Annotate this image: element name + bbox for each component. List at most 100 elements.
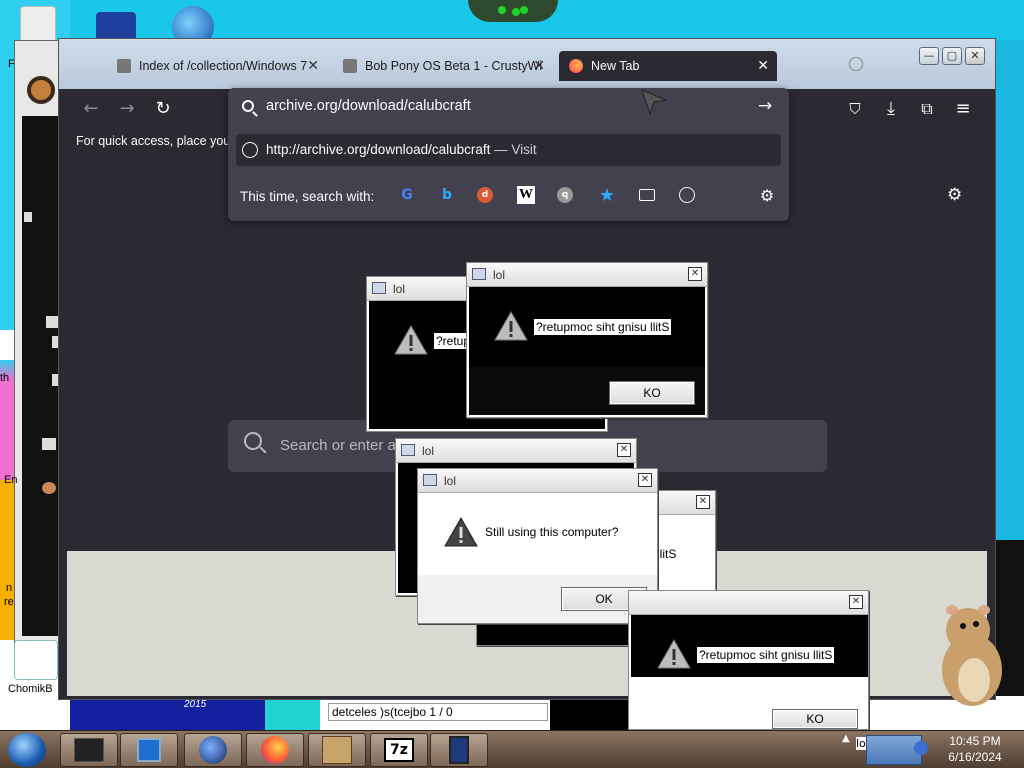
settings-gear-icon[interactable]: ⚙ [947, 185, 962, 205]
start-button-icon[interactable] [8, 733, 46, 767]
history-clock-icon[interactable] [677, 185, 697, 205]
taskbar-globe[interactable] [184, 733, 242, 767]
dialog-titlebar[interactable]: lol ✕ [418, 469, 657, 493]
frog-widget-icon [468, 0, 558, 22]
recycle-bin-icon[interactable] [20, 6, 56, 44]
taskbar-clock[interactable]: 10:45 PM 6/16/2024 [930, 733, 1020, 765]
warning-icon [394, 325, 428, 355]
close-icon[interactable]: ✕ [638, 473, 652, 487]
taskbar-tablet[interactable] [430, 733, 488, 767]
taskbar: 7z ▲ lo [0, 730, 1024, 768]
clock-date: 6/16/2024 [948, 750, 1002, 764]
search-engine-icon[interactable]: q [557, 187, 573, 203]
desktop-label-th: th [0, 372, 10, 384]
extensions-icon[interactable]: ⧉ [915, 97, 939, 121]
terminal-icon [74, 738, 104, 762]
tab-bar: Index of /collection/Windows 7 ✕ Bob Pon… [59, 39, 995, 89]
close-tab-icon[interactable]: ✕ [757, 57, 769, 74]
faded-icon [849, 57, 863, 71]
tray-volume-icon[interactable] [914, 741, 928, 755]
clock-time: 10:45 PM [949, 734, 1001, 748]
desktop-wallpaper-strip-cyan [265, 700, 320, 732]
chomikbox-label[interactable]: ChomikB [8, 683, 53, 695]
warning-icon [657, 639, 691, 669]
close-tab-icon[interactable]: ✕ [533, 57, 545, 74]
url-input-value[interactable]: archive.org/download/calubcraft [266, 98, 471, 114]
close-window-button[interactable]: ✕ [965, 47, 985, 65]
tab-bob-pony-os[interactable]: Bob Pony OS Beta 1 - CrustyWi ✕ [333, 51, 553, 81]
menu-hamburger-icon[interactable]: ≡ [951, 97, 975, 121]
taskbar-media-player[interactable] [120, 733, 178, 767]
ko-button[interactable]: KO [609, 381, 695, 405]
url-input[interactable]: archive.org/download/calubcraft → [228, 88, 789, 126]
taskbar-virtualbox[interactable] [308, 733, 366, 767]
close-icon[interactable]: ✕ [688, 267, 702, 281]
bookmarks-hint-text: For quick access, place your b [76, 134, 245, 148]
url-dropdown-panel[interactable]: archive.org/download/calubcraft → http:/… [228, 88, 789, 221]
search-settings-gear-icon[interactable]: ⚙ [757, 185, 777, 205]
bing-engine-icon[interactable]: b [437, 185, 457, 205]
status-bar: detceles )s(tcejbo 1 / 0 [328, 703, 548, 721]
globe-icon [199, 736, 227, 764]
dialog-titlebar[interactable]: lol ✕ [467, 263, 707, 287]
dialog-lol-2[interactable]: lol ✕ ?retupmoc siht gnisu llitS KO [466, 262, 708, 418]
desktop-label-re: re [4, 596, 14, 608]
bookmarks-star-icon[interactable]: ★ [597, 185, 617, 206]
archive-favicon-icon [117, 59, 131, 73]
archive-favicon-icon [343, 59, 357, 73]
desktop-label-en: En [4, 474, 18, 486]
window-icon [401, 444, 415, 456]
search-with-label: This time, search with: [240, 189, 375, 204]
tab-index-of-collection[interactable]: Index of /collection/Windows 7 ✕ [107, 51, 327, 81]
tabs-icon[interactable] [637, 185, 657, 205]
taskbar-firefox[interactable] [246, 733, 304, 767]
close-icon[interactable]: ✕ [617, 443, 631, 457]
tray-expand-icon[interactable]: ▲ [842, 733, 854, 765]
warning-icon [444, 517, 478, 547]
desktop-wallpaper-strip [70, 700, 265, 732]
7zip-icon: 7z [384, 738, 414, 762]
taskbar-7zip[interactable]: 7z [370, 733, 428, 767]
close-tab-icon[interactable]: ✕ [307, 57, 319, 74]
close-icon[interactable]: ✕ [696, 495, 710, 509]
downloads-icon[interactable]: ⤓ [879, 97, 903, 121]
warning-icon [494, 311, 528, 341]
google-engine-icon[interactable]: G [397, 185, 417, 205]
suggestion-visit-label: — Visit [494, 142, 537, 157]
dialog-title: lol [393, 282, 406, 296]
window-icon [372, 282, 386, 294]
window-icon [472, 268, 486, 280]
tab-new-tab[interactable]: New Tab ✕ [559, 51, 777, 81]
duckduckgo-engine-icon[interactable]: d [477, 187, 493, 203]
ko-button[interactable]: KO [772, 709, 858, 729]
search-icon [242, 100, 254, 112]
suggestion-url: http://archive.org/download/calubcraft [266, 142, 491, 157]
dialog-titlebar[interactable]: lol ✕ [396, 439, 636, 463]
wikipedia-engine-icon[interactable]: W [517, 186, 535, 204]
url-suggestion-row[interactable]: http://archive.org/download/calubcraft —… [236, 134, 781, 166]
back-arrow-icon[interactable]: ← [79, 97, 103, 121]
close-icon[interactable]: ✕ [849, 595, 863, 609]
media-player-icon [137, 738, 161, 762]
desktop-wallpaper-strip-black [550, 700, 628, 732]
background-window-panel [22, 116, 62, 636]
chomikbox-icon[interactable] [14, 640, 58, 680]
dialog-lol-4[interactable]: lol ✕ Still using this computer? OK [417, 468, 658, 624]
forward-arrow-icon[interactable]: → [115, 97, 139, 121]
window-icon [423, 474, 437, 486]
minimize-window-button[interactable]: — [919, 47, 939, 65]
firefox-icon [261, 736, 289, 764]
maximize-window-button[interactable]: ▢ [942, 47, 962, 65]
dialog-lol-6[interactable]: ✕ ?retupmoc siht gnisu llitS KO [628, 590, 869, 730]
go-arrow-icon[interactable]: → [758, 96, 772, 116]
wallpaper-year-text: 2015 [184, 699, 207, 710]
pocket-icon[interactable]: ⛉ [843, 97, 867, 121]
tablet-icon [449, 736, 469, 764]
dialog-message: llitS [657, 547, 677, 561]
reload-icon[interactable]: ↻ [151, 97, 175, 121]
dialog-title: lol [444, 474, 457, 488]
newtab-search-placeholder: Search or enter a [280, 437, 396, 454]
taskbar-terminal[interactable] [60, 733, 118, 767]
cursor-arrow-icon [641, 89, 668, 116]
dialog-titlebar[interactable]: ✕ [629, 591, 868, 615]
